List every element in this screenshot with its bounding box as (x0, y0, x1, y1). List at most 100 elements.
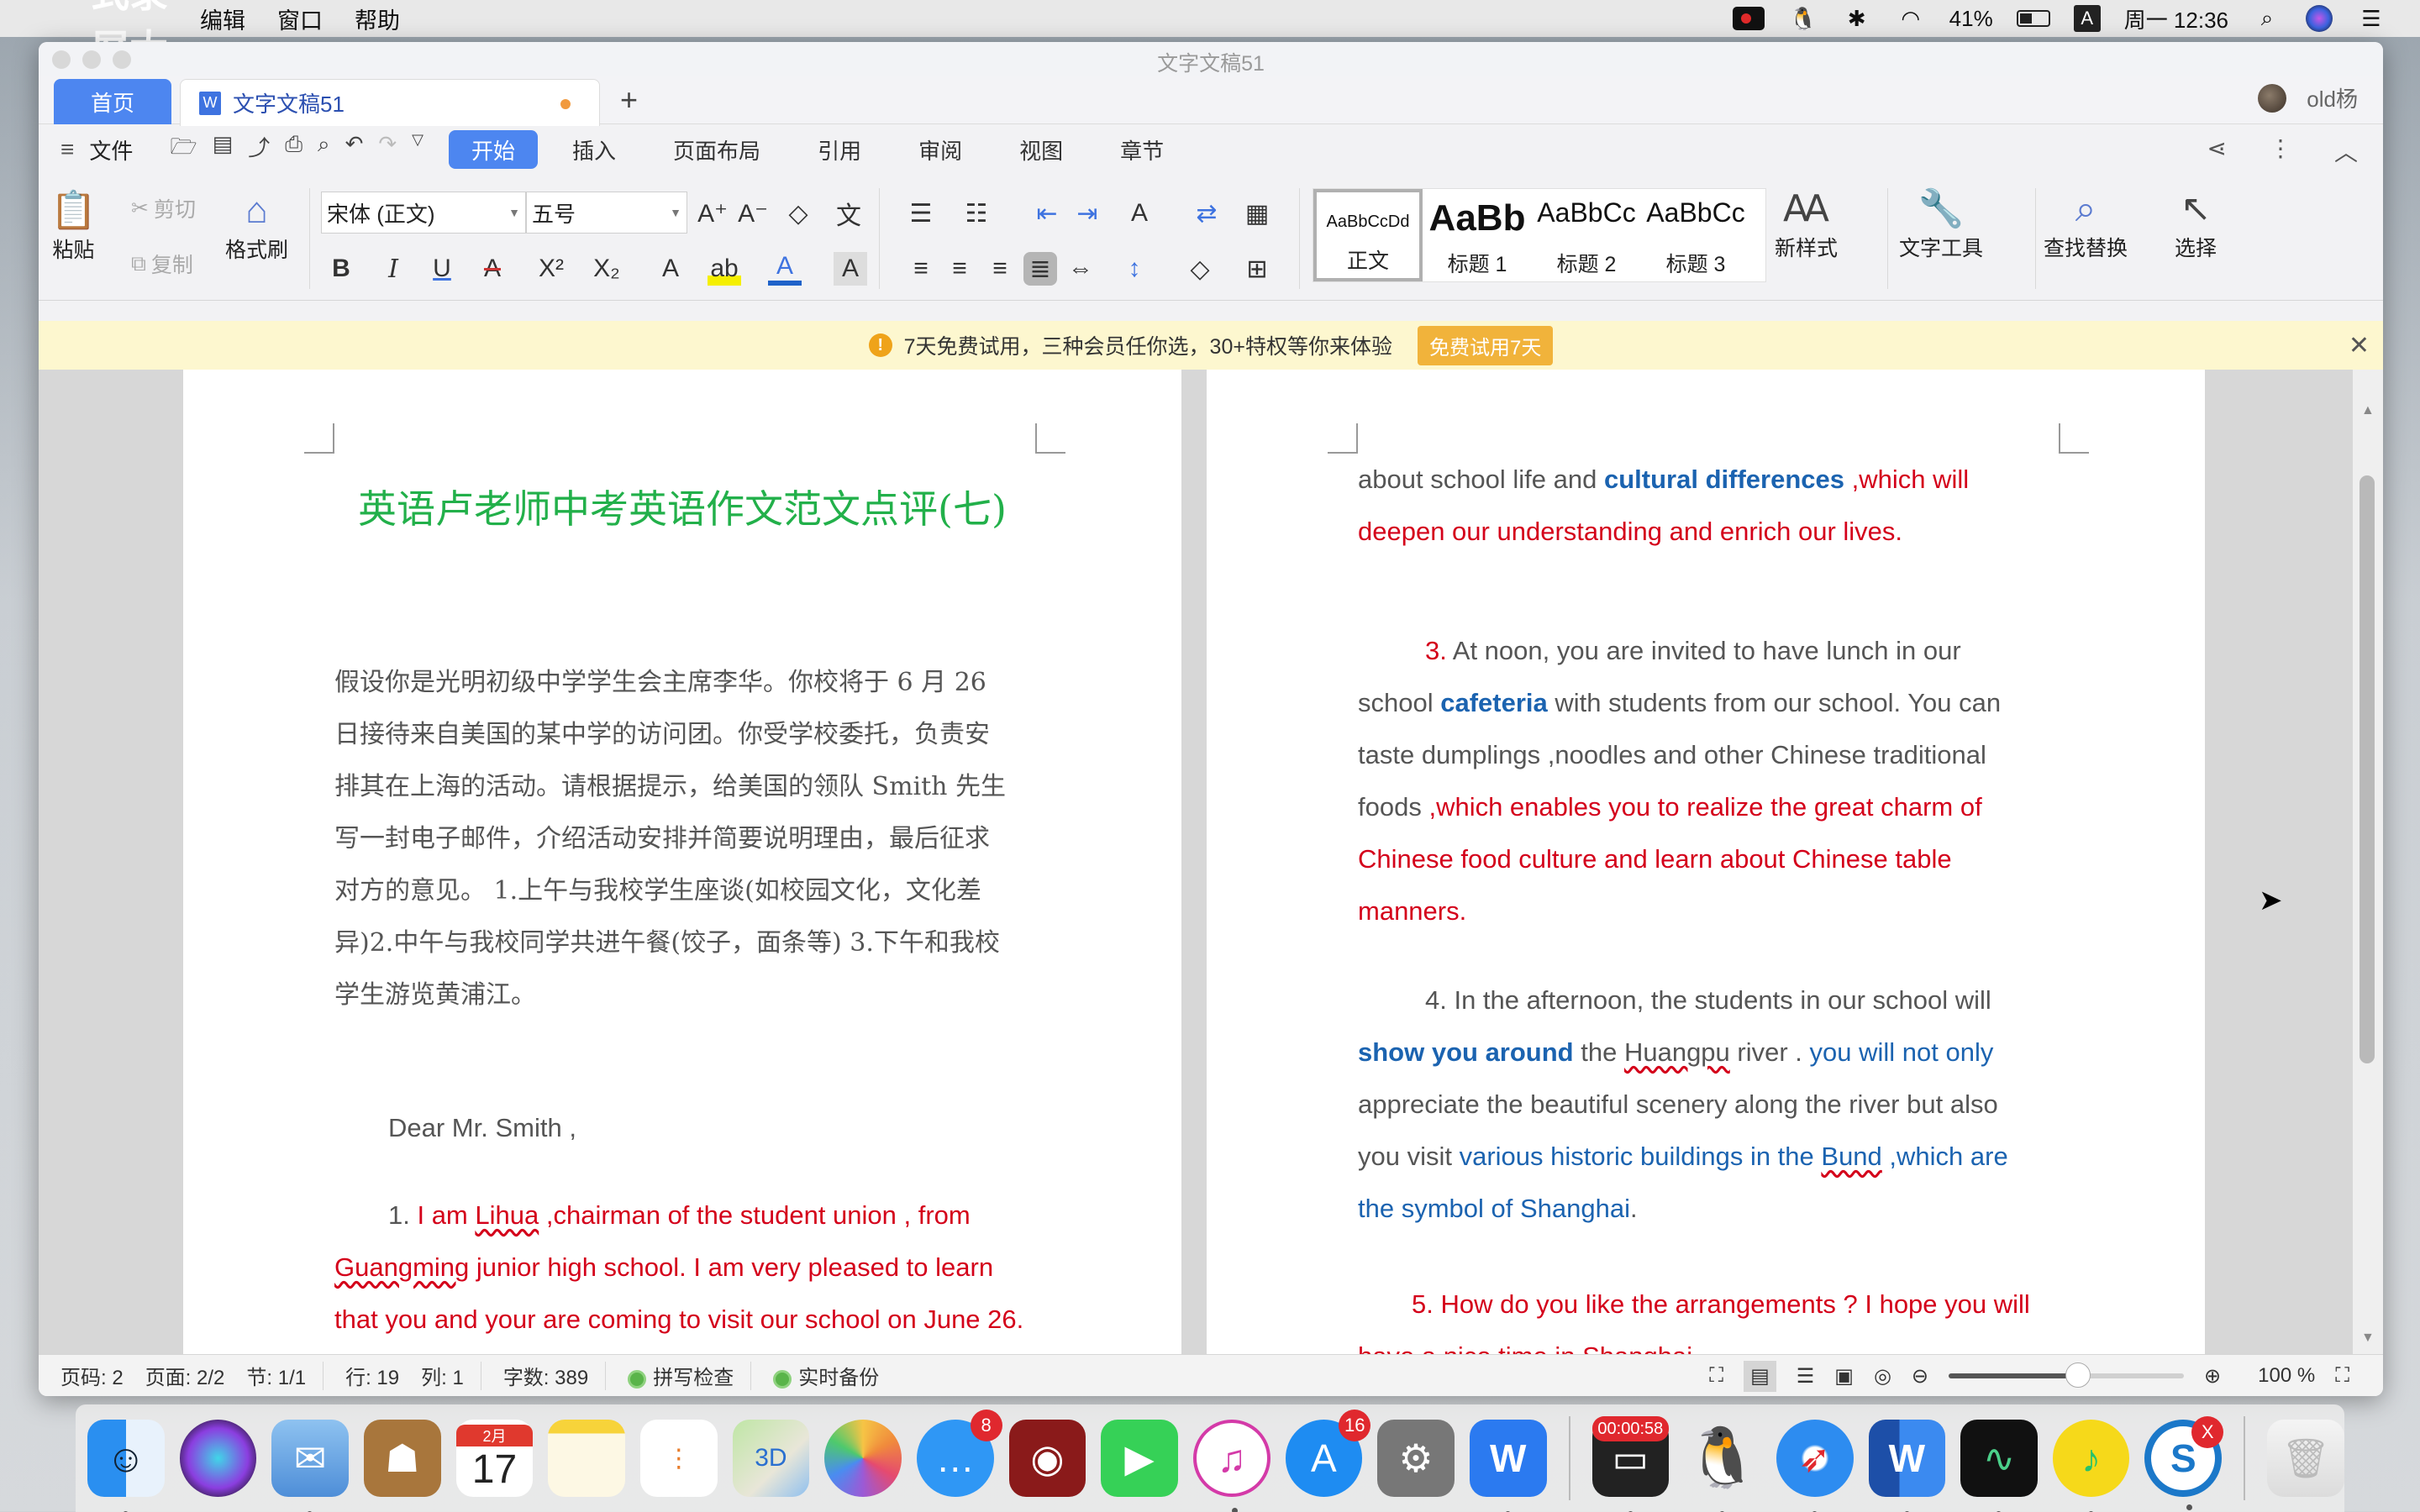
save-icon[interactable]: ▤ (213, 131, 234, 168)
dock-contacts[interactable]: ☗ (363, 1420, 441, 1497)
strikethrough-icon[interactable]: A (476, 252, 509, 286)
text-tools-button[interactable]: 🔧 文字工具 (1899, 186, 1983, 262)
fit-page-icon[interactable]: ⛶ (2335, 1364, 2349, 1388)
dock-safari[interactable]: ➶ (1776, 1420, 1854, 1512)
fullscreen-view-icon[interactable]: ⛶ (1709, 1364, 1723, 1388)
select-button[interactable]: ↖ 选择 (2175, 186, 2217, 262)
format-painter-button[interactable]: ⌂ 格式刷 (225, 188, 288, 264)
dock-reminders[interactable]: ⋮ (639, 1420, 718, 1497)
subscript-icon[interactable]: X₂ (590, 252, 623, 286)
dock-finder[interactable]: ☺ (87, 1420, 165, 1512)
dock-itunes[interactable]: ♫ (1192, 1420, 1270, 1512)
font-name-select[interactable]: 宋体 (正文) ▼ (321, 192, 526, 234)
copy-button[interactable]: ⧉ 复制 (131, 249, 193, 279)
decrease-font-icon[interactable]: A⁻ (736, 197, 770, 230)
page-2[interactable]: about school life and cultural differenc… (1207, 370, 2205, 1354)
dock-facetime[interactable]: ▶ (1101, 1420, 1178, 1497)
avatar[interactable] (2258, 83, 2287, 113)
italic-icon[interactable]: I (376, 252, 410, 286)
dock-activity-monitor[interactable]: ∿ (1960, 1420, 2038, 1512)
print-icon[interactable]: ⎙ (285, 131, 302, 168)
status-pages[interactable]: 页面: 2/2 (145, 1361, 225, 1390)
bold-icon[interactable]: B (324, 252, 358, 286)
highlight-icon[interactable]: ab (708, 252, 741, 286)
dock-messages[interactable]: … 8 (916, 1410, 1002, 1497)
dock-mail[interactable]: ✉ (271, 1420, 349, 1512)
screen-record-icon[interactable] (1732, 7, 1765, 30)
zoom-slider-knob[interactable] (2065, 1362, 2091, 1388)
open-icon[interactable]: 🗁 (170, 131, 197, 168)
style-heading-1[interactable]: AaBb 标题 1 (1423, 189, 1532, 281)
scroll-down-icon[interactable]: ▼ (2361, 1331, 2375, 1346)
vertical-scrollbar[interactable]: ▲ ▼ (2353, 370, 2383, 1354)
qq-penguin-icon[interactable]: 🐧 (1788, 6, 1818, 31)
file-menu[interactable]: 文件 (89, 134, 133, 165)
underline-icon[interactable]: U (425, 252, 459, 286)
line-spacing-icon[interactable]: ↕ (1118, 252, 1151, 286)
bullet-list-icon[interactable]: ☰ (904, 197, 938, 230)
align-right-icon[interactable]: ≡ (983, 252, 1017, 286)
font-color-icon[interactable]: A (768, 252, 802, 286)
share-icon[interactable]: ⋖ (2207, 134, 2227, 168)
export-icon[interactable]: ⤴ (248, 131, 270, 168)
ribbon-tab-references[interactable]: 引用 (795, 130, 884, 169)
numbered-list-icon[interactable]: ☷ (960, 197, 993, 230)
spell-check-toggle[interactable]: 拼写检查 (628, 1361, 734, 1390)
style-normal[interactable]: AaBbCcDd 正文 (1313, 189, 1423, 281)
realtime-backup-toggle[interactable]: 实时备份 (773, 1361, 879, 1390)
ribbon-tab-home[interactable]: 开始 (449, 130, 539, 169)
char-shading-icon[interactable]: A (834, 252, 867, 286)
web-view-icon[interactable]: ▣ (1834, 1364, 1854, 1389)
scrollbar-thumb[interactable] (2360, 475, 2375, 1063)
style-heading-3[interactable]: AaBbCc 标题 3 (1641, 189, 1750, 281)
shading-icon[interactable]: ◇ (1183, 252, 1217, 286)
spotlight-search-icon[interactable]: ⌕ (2252, 5, 2282, 31)
dock-calendar[interactable]: 2月 17 (455, 1420, 534, 1497)
new-style-button[interactable]: Ꜳ 新样式 (1775, 186, 1838, 262)
status-word-count[interactable]: 字数: 389 (503, 1361, 588, 1390)
clear-format-icon[interactable]: ◇ (781, 197, 815, 230)
zoom-in-icon[interactable]: ⊕ (2204, 1364, 2221, 1389)
phonetic-guide-icon[interactable]: 文 (832, 197, 865, 230)
new-tab-button[interactable]: + (620, 82, 638, 118)
scroll-up-icon[interactable]: ▲ (2361, 403, 2375, 418)
font-size-select[interactable]: 五号 ▼ (526, 192, 687, 234)
dock-screen-recorder[interactable]: ▭ 00:00:58 (1591, 1416, 1670, 1512)
dock-notes[interactable] (548, 1420, 625, 1497)
dock-skype[interactable]: SX (2144, 1416, 2224, 1510)
user-account[interactable]: old杨 (2258, 82, 2358, 113)
dock-system-preferences[interactable]: ⚙ (1377, 1420, 1455, 1497)
redo-icon[interactable]: ↷ (378, 131, 397, 168)
paste-button[interactable]: 📋 粘贴 (50, 188, 97, 264)
menu-window[interactable]: 窗口 (277, 3, 323, 35)
zoom-out-icon[interactable]: ⊖ (1912, 1364, 1928, 1389)
distributed-align-icon[interactable]: ⇔ (1064, 252, 1097, 286)
dock-app-store[interactable]: A 16 (1285, 1410, 1371, 1497)
tab-home[interactable]: 首页 (54, 79, 171, 124)
borders-icon[interactable]: ⊞ (1240, 252, 1274, 286)
table-icon[interactable]: ▦ (1240, 197, 1274, 230)
collapse-ribbon-icon[interactable]: ︿ (2334, 134, 2358, 168)
dock-maps[interactable]: 3D (732, 1420, 810, 1497)
siri-icon[interactable] (2306, 5, 2333, 32)
menu-help[interactable]: 帮助 (355, 3, 400, 35)
increase-font-icon[interactable]: A⁺ (696, 197, 729, 230)
print-preview-icon[interactable]: ⌕ (318, 131, 330, 168)
ribbon-tab-view[interactable]: 视图 (997, 130, 1086, 169)
bluetooth-icon[interactable]: ✱ (1842, 6, 1872, 31)
undo-icon[interactable]: ↶ (345, 131, 364, 168)
decrease-indent-icon[interactable]: ⇤ (1030, 197, 1064, 230)
menu-edit[interactable]: 编辑 (200, 3, 245, 35)
ribbon-tab-section[interactable]: 章节 (1097, 130, 1186, 169)
input-method-icon[interactable]: A (2073, 5, 2101, 32)
battery-icon[interactable] (2016, 10, 2050, 27)
dock-qq-music[interactable]: ♪ (2052, 1420, 2130, 1512)
dock-siri[interactable] (179, 1420, 257, 1497)
align-left-icon[interactable]: ≡ (904, 252, 938, 286)
dock-photo-booth[interactable]: ◉ (1008, 1420, 1086, 1497)
align-justify-icon[interactable]: ≣ (1023, 252, 1057, 286)
dock-photos[interactable] (824, 1420, 902, 1497)
zoom-level[interactable]: 100 % (2258, 1364, 2315, 1388)
align-center-icon[interactable]: ≡ (943, 252, 976, 286)
outline-view-icon[interactable]: ☰ (1797, 1364, 1815, 1389)
